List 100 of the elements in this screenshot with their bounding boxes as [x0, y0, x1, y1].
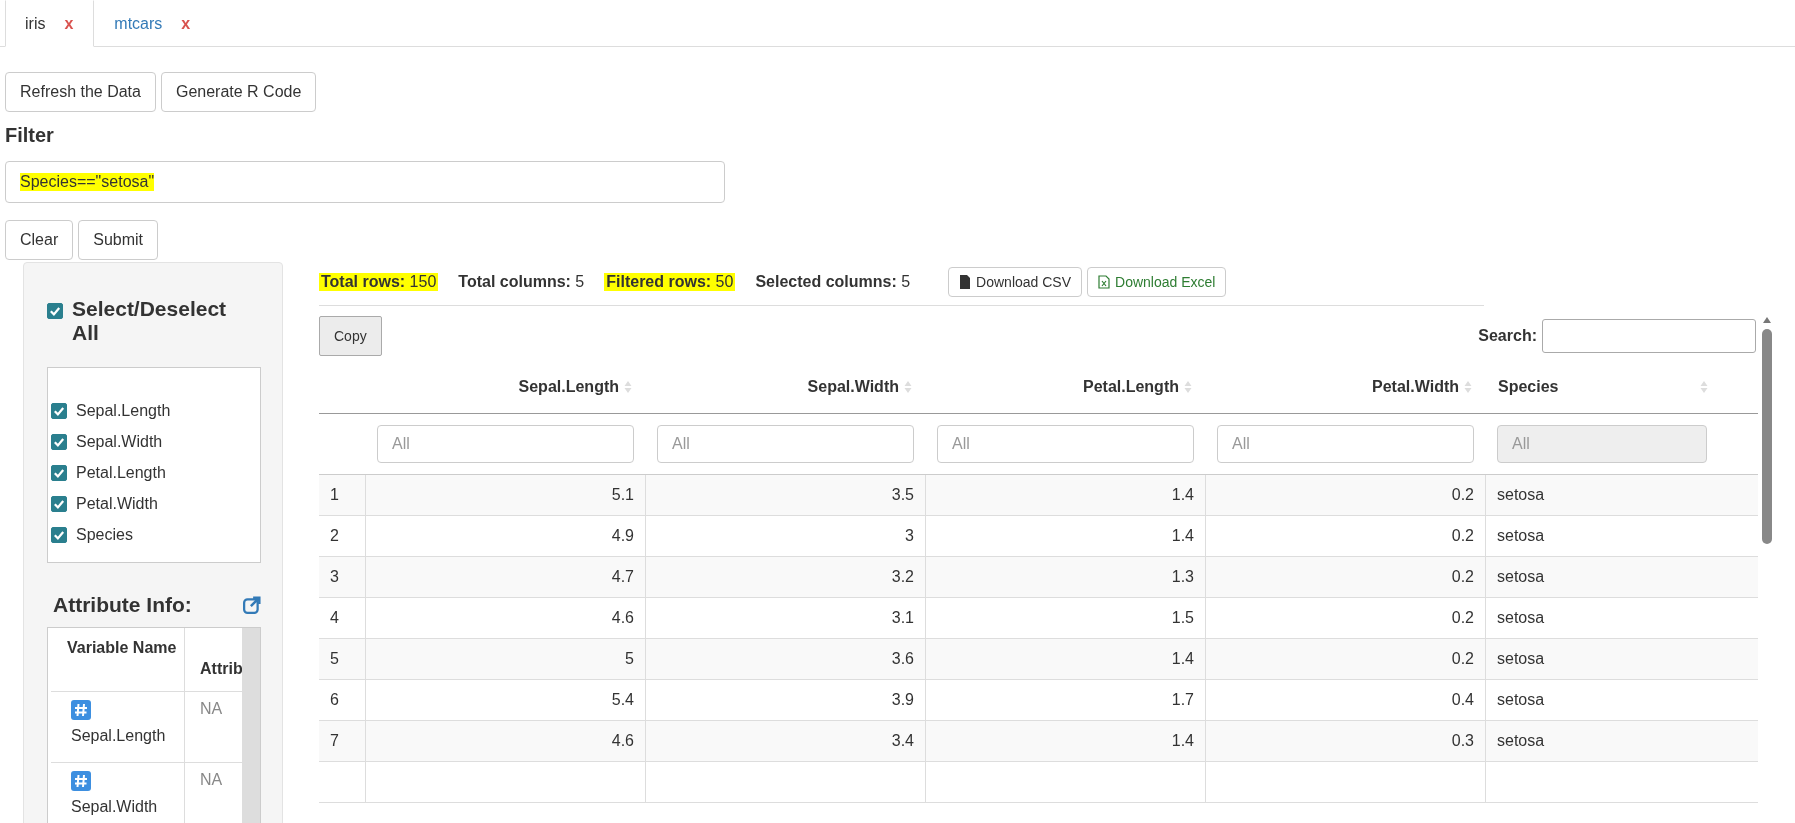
table-cell: 3.6 — [645, 639, 925, 679]
checkbox[interactable] — [51, 464, 67, 481]
tab[interactable]: mtcars x — [94, 0, 212, 47]
table-cell: setosa — [1485, 516, 1718, 556]
column-label: Species — [76, 525, 133, 544]
filter-heading: Filter — [5, 124, 55, 147]
csv-file-icon — [959, 275, 972, 289]
column-label: Sepal.Length — [76, 401, 171, 420]
row-number: 5 — [329, 649, 340, 669]
table-cell: 1.4 — [925, 639, 1205, 679]
table-cell: setosa — [1485, 475, 1718, 515]
table-cell: 0.4 — [1205, 680, 1485, 720]
checkbox[interactable] — [51, 402, 67, 419]
sort-icon — [1464, 379, 1472, 394]
table-cell: 1.4 — [925, 475, 1205, 515]
filter-field[interactable]: Species=="setosa" — [5, 161, 725, 203]
download-button[interactable]: Download CSV — [948, 267, 1083, 297]
table-cell: 0.2 — [1205, 557, 1485, 597]
column-label: Petal.Width — [76, 494, 158, 513]
variable-name: Sepal.Width — [71, 797, 158, 817]
numeric-type-icon — [71, 700, 91, 720]
table-cell: 3.5 — [645, 475, 925, 515]
search-label: Search: — [1478, 327, 1537, 345]
table-cell: 1.3 — [925, 557, 1205, 597]
sort-icon — [904, 379, 912, 394]
filter-button[interactable]: Clear — [5, 220, 74, 260]
row-number: 1 — [329, 485, 340, 505]
scrollbar-thumb[interactable] — [1762, 329, 1772, 544]
table-cell: 0.2 — [1205, 475, 1485, 515]
table-cell: 1.5 — [925, 598, 1205, 638]
sort-icon — [624, 379, 632, 394]
external-link-icon[interactable] — [243, 596, 261, 614]
column-filter-field[interactable]: All — [937, 425, 1194, 463]
close-icon[interactable]: x — [181, 14, 191, 33]
stat-text: Total columns: 5 — [457, 273, 586, 291]
filter-button[interactable]: Submit — [78, 220, 159, 260]
action-button[interactable]: Generate R Code — [160, 72, 317, 112]
spreadsheet-file-icon — [1098, 275, 1111, 289]
table-cell: setosa — [1485, 639, 1718, 679]
numeric-type-icon — [71, 771, 91, 791]
table-cell: 4.9 — [365, 516, 645, 556]
row-number: 2 — [329, 526, 340, 546]
table-cell: 3 — [645, 516, 925, 556]
table-cell: 1.4 — [925, 516, 1205, 556]
table-cell: setosa — [1485, 680, 1718, 720]
column-filter-field[interactable]: All — [1217, 425, 1474, 463]
table-cell: 0.2 — [1205, 516, 1485, 556]
table-cell: 3.1 — [645, 598, 925, 638]
checkbox[interactable] — [51, 495, 67, 512]
column-header[interactable]: Petal.Length — [925, 377, 1205, 396]
stat-text: Selected columns: 5 — [754, 273, 912, 291]
table-cell: setosa — [1485, 721, 1718, 761]
tab[interactable]: iris x — [5, 0, 95, 47]
column-label: Sepal.Width — [76, 432, 163, 451]
select-all-label: Select/Deselect All — [72, 297, 228, 345]
table-cell: 1.7 — [925, 680, 1205, 720]
table-cell: setosa — [1485, 598, 1718, 638]
column-header[interactable]: Petal.Width — [1205, 377, 1485, 396]
sort-icon — [1700, 379, 1708, 394]
column-header[interactable]: Species — [1485, 377, 1718, 396]
scroll-up-icon[interactable] — [1762, 316, 1772, 324]
action-button[interactable]: Refresh the Data — [5, 72, 156, 112]
row-number: 4 — [329, 608, 340, 628]
table-cell-text: NA — [199, 770, 223, 790]
filter-value: Species=="setosa" — [20, 173, 155, 191]
checkbox[interactable] — [51, 433, 67, 450]
close-icon[interactable]: x — [64, 14, 74, 33]
checkbox[interactable] — [51, 526, 67, 543]
table-cell: 1.4 — [925, 721, 1205, 761]
search-field[interactable] — [1542, 319, 1756, 353]
table-cell: setosa — [1485, 557, 1718, 597]
sort-icon — [1184, 379, 1192, 394]
download-button[interactable]: Download Excel — [1087, 267, 1227, 297]
row-number: 7 — [329, 731, 340, 751]
table-cell: 4.6 — [365, 598, 645, 638]
table-cell: 3.4 — [645, 721, 925, 761]
table-cell: 0.3 — [1205, 721, 1485, 761]
column-header: Variable Name — [51, 628, 185, 691]
column-filter-field[interactable]: All — [657, 425, 914, 463]
table-cell: 5 — [365, 639, 645, 679]
table-cell: 3.9 — [645, 680, 925, 720]
table-cell: 4.7 — [365, 557, 645, 597]
row-number: 6 — [329, 690, 340, 710]
column-header[interactable]: Sepal.Width — [645, 377, 925, 396]
stat-text: Total rows: 150 — [319, 273, 439, 291]
stat-text: Filtered rows: 50 — [604, 273, 736, 291]
column-filter-field[interactable]: All — [377, 425, 634, 463]
variable-name: Sepal.Length — [71, 726, 166, 746]
copy-button[interactable]: Copy — [319, 316, 382, 356]
attribute-info-title: Attribute Info: — [53, 593, 192, 617]
checkbox[interactable] — [47, 303, 63, 319]
column-header: Attrib — [199, 659, 242, 679]
table-cell: 0.2 — [1205, 598, 1485, 638]
table-cell: 3.2 — [645, 557, 925, 597]
table-cell: 5.1 — [365, 475, 645, 515]
row-number: 3 — [329, 567, 340, 587]
table-cell: 4.6 — [365, 721, 645, 761]
column-header[interactable]: Sepal.Length — [365, 377, 645, 396]
table-cell: 5.4 — [365, 680, 645, 720]
column-label: Petal.Length — [76, 463, 166, 482]
